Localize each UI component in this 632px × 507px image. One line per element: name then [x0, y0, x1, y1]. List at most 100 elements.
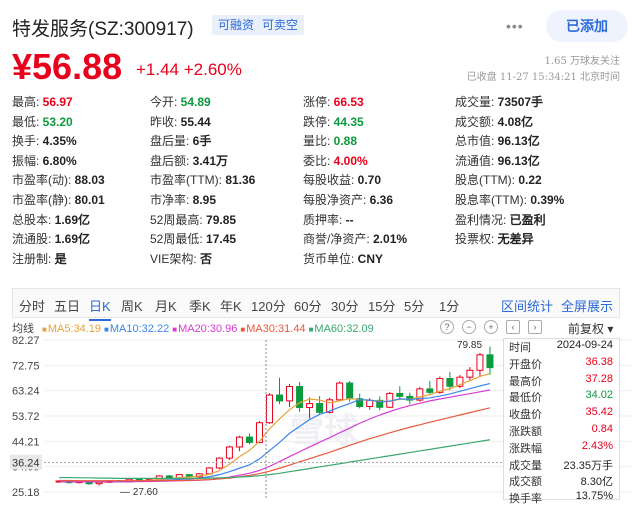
stat-value: 6.80%	[39, 153, 77, 168]
stats-row: 换手: 4.35% 盘后量: 6手 量比: 0.88 总市值: 96.13亿	[12, 132, 624, 152]
tab-period[interactable]: 分时	[19, 296, 45, 315]
stat-label: 质押率:	[303, 212, 343, 227]
stat-value: 81.36	[221, 173, 256, 188]
stat-value: 44.35	[330, 114, 364, 129]
tab-period[interactable]: 日K	[89, 296, 111, 321]
tab-period[interactable]: 60分	[294, 296, 321, 315]
tab-period[interactable]: 月K	[155, 296, 177, 315]
more-icon[interactable]: •••	[506, 18, 524, 34]
tooltip-key: 开盘价	[509, 358, 542, 371]
tab-period[interactable]: 周K	[121, 296, 143, 315]
stat-label: 市盈率(动):	[12, 173, 72, 188]
y-tick-label: 53.72	[12, 411, 40, 423]
tooltip-key: 最低价	[509, 392, 542, 405]
tooltip-key: 涨跌额	[509, 425, 542, 438]
stat-item: 总市值: 96.13亿	[455, 132, 540, 149]
candle-body	[265, 394, 273, 424]
tab-period[interactable]: 15分	[368, 296, 395, 315]
tab-period[interactable]: 季K	[189, 296, 211, 315]
stat-label: 股息(TTM):	[455, 173, 515, 188]
stat-label: 货币单位:	[303, 251, 355, 266]
candle-body	[245, 436, 253, 443]
stat-value: 8.95	[189, 192, 217, 207]
tab-period[interactable]: 年K	[220, 296, 242, 315]
tooltip-key: 时间	[509, 342, 531, 354]
stats-row: 市盈率(静): 80.01 市净率: 8.95 每股净资产: 6.36 股息率(TTM…	[12, 191, 624, 211]
tab-period[interactable]: 1分	[439, 296, 459, 315]
stat-value: 0.88	[330, 134, 358, 149]
stat-label: 最低:	[12, 114, 40, 129]
stat-label: 股息率(TTM):	[455, 192, 527, 207]
price-change: +1.44 +2.60%	[136, 60, 242, 79]
stat-label: 注册制:	[12, 251, 52, 266]
stock-header: 特发服务(SZ:300917) 可融资 可卖空 ••• 已添加	[12, 10, 628, 42]
stat-item: VIE架构: 否	[150, 250, 212, 267]
candle-body	[366, 399, 374, 407]
y-tick-label: 63.24	[12, 386, 40, 398]
tab-period[interactable]: 30分	[331, 296, 358, 315]
stats-row: 最低: 53.20 昨收: 55.44 跌停: 44.35 成交额: 4.08亿	[12, 113, 624, 133]
stat-value: 4.35%	[39, 134, 77, 149]
stat-item: 最高: 56.97	[12, 93, 73, 110]
stat-item: 注册制: 是	[12, 250, 67, 267]
stat-item: 成交量: 73507手	[455, 93, 543, 110]
stats-row: 总股本: 1.69亿 52周最高: 79.85 质押率: -- 盈利情况: 已盈利	[12, 211, 624, 231]
stat-value: 96.13亿	[494, 134, 540, 149]
stat-label: 流通股:	[12, 232, 52, 247]
stat-item: 市盈率(静): 80.01	[12, 191, 105, 208]
stat-item: 量比: 0.88	[303, 132, 357, 149]
stat-item: 盈利情况: 已盈利	[455, 211, 546, 228]
tooltip-key: 成交量	[509, 459, 542, 472]
candle-tooltip: 时间 2024-09-24 开盘价 36.38 最高价 37.28 最低价 34.02 收盘价 3…	[503, 338, 620, 505]
tooltip-key: 收盘价	[509, 409, 542, 422]
stat-item: 总股本: 1.69亿	[12, 211, 90, 228]
tab-period[interactable]: 五日	[54, 296, 80, 315]
stat-item: 昨收: 55.44	[150, 113, 211, 130]
stat-label: 流通值:	[455, 153, 495, 168]
tab-period[interactable]: 5分	[404, 296, 424, 315]
stat-item: 质押率: --	[303, 211, 354, 228]
tab-period[interactable]: 120分	[251, 296, 286, 315]
y-tick-label: 72.75	[12, 360, 40, 372]
stat-label: 量比:	[303, 134, 331, 149]
chart-period-tabs: 分时 五日 日K 周K 月K 季K 年K 120分 60分 30分 15分 5分 1分 区间统计 全屏展示	[12, 288, 620, 321]
stat-item: 跌停: 44.35	[303, 113, 364, 130]
tooltip-row: 收盘价 35.42	[504, 406, 619, 423]
stat-item: 投票权: 无差异	[455, 230, 534, 247]
range-stats-link[interactable]: 区间统计	[501, 296, 553, 315]
stat-value: 55.44	[177, 114, 211, 129]
tooltip-key: 最高价	[509, 375, 542, 388]
candle-body	[225, 446, 233, 459]
stat-item: 委比: 4.00%	[303, 152, 368, 169]
candle-body	[446, 378, 454, 387]
stat-value: 3.41万	[189, 153, 229, 168]
ma-line	[59, 439, 491, 479]
stats-grid: 最高: 56.97 今开: 54.89 涨停: 66.53 成交量: 73507手 最低…	[12, 93, 624, 269]
ma-line	[59, 372, 491, 483]
short-tag[interactable]: 可卖空	[256, 15, 305, 35]
stat-item: 货币单位: CNY	[303, 250, 383, 267]
stat-value: 是	[51, 251, 67, 266]
stat-label: 每股收益:	[303, 173, 355, 188]
margin-tag[interactable]: 可融资	[212, 15, 261, 35]
y-tick-label: 82.27	[12, 335, 40, 347]
stat-label: 今开:	[150, 95, 178, 109]
stat-value: 1.69亿	[51, 212, 91, 227]
stat-value: 56.97	[39, 95, 73, 109]
stat-item: 每股收益: 0.70	[303, 171, 381, 188]
stat-label: 成交额:	[455, 114, 495, 129]
candle-body	[235, 436, 243, 448]
stat-label: 盘后量:	[150, 134, 190, 149]
follow-info: 1.65 万球友关注 已收盘 11-27 15:34:21 北京时间	[467, 54, 620, 86]
stat-value: CNY	[354, 251, 384, 266]
stat-item: 流通股: 1.69亿	[12, 230, 90, 247]
add-watchlist-button[interactable]: 已添加	[546, 10, 628, 42]
stat-label: 每股净资产:	[303, 192, 367, 207]
tooltip-value: 35.42	[585, 406, 613, 419]
stat-label: 成交量:	[455, 95, 495, 109]
fullscreen-link[interactable]: 全屏展示	[561, 296, 613, 315]
y-tick-label: 44.21	[12, 436, 40, 448]
tooltip-key: 换手率	[509, 493, 542, 506]
stat-value: 6.36	[366, 192, 394, 207]
stat-item: 今开: 54.89	[150, 93, 211, 110]
